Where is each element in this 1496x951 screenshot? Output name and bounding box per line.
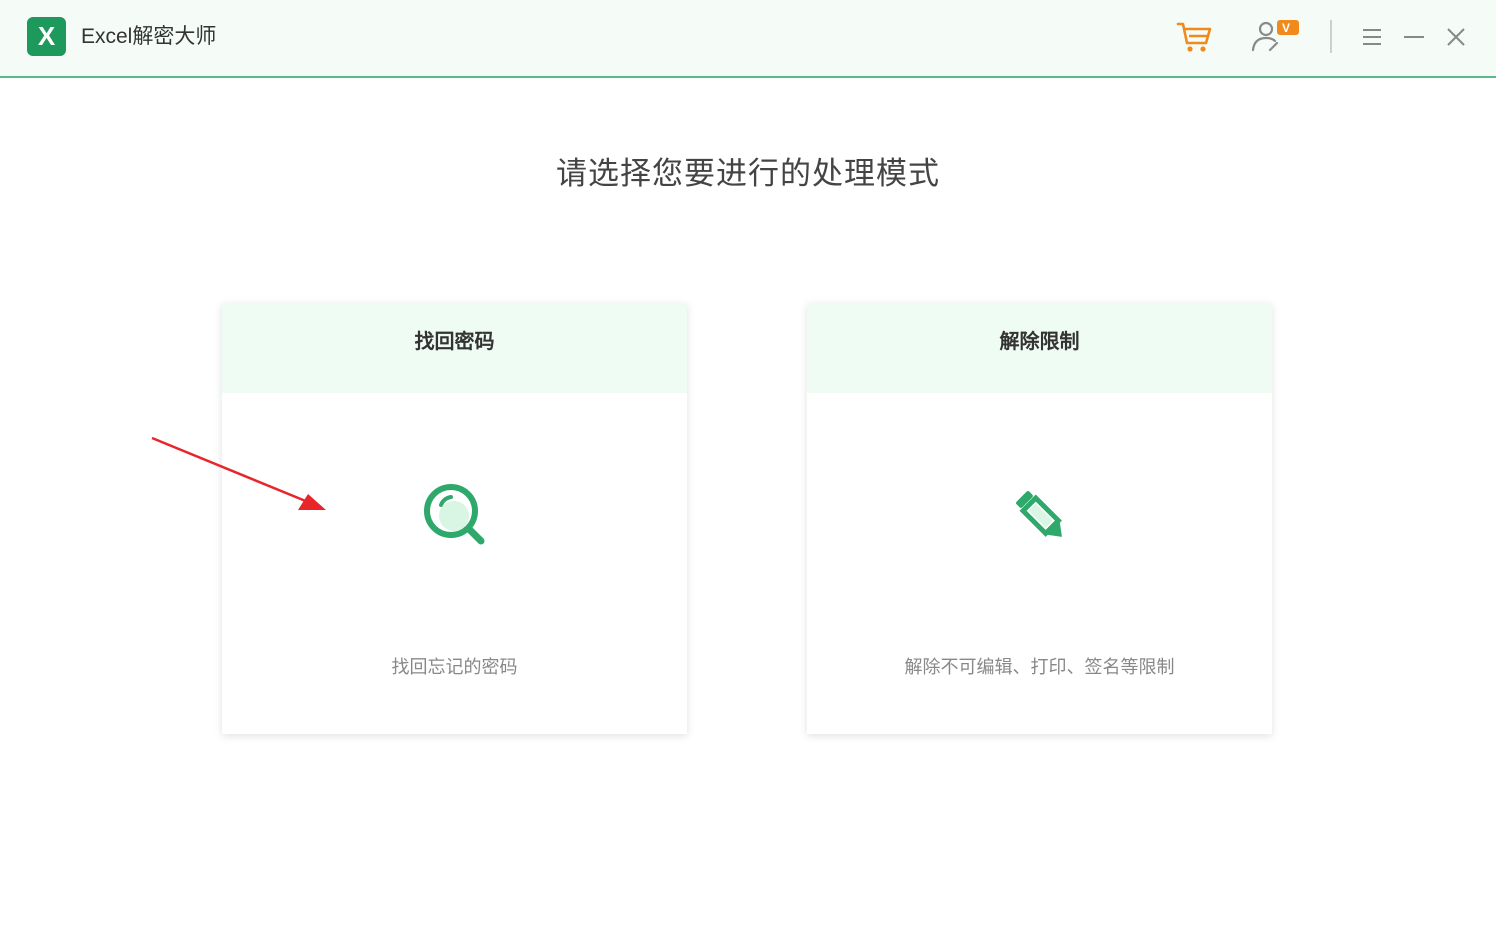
menu-icon[interactable]	[1360, 24, 1384, 50]
card-description: 找回忘记的密码	[391, 657, 518, 678]
remove-restriction-card[interactable]: 解除限制 解除不可编辑、打印、签名等限制	[807, 303, 1272, 734]
app-title: Excel解密大师	[81, 25, 217, 48]
minimize-icon[interactable]	[1402, 24, 1426, 50]
card-description: 解除不可编辑、打印、签名等限制	[904, 657, 1175, 678]
magnifier-icon	[423, 484, 484, 545]
page-heading: 请选择您要进行的处理模式	[556, 156, 940, 192]
cart-icon[interactable]	[1175, 17, 1215, 57]
card-title: 解除限制	[807, 303, 1272, 393]
vip-badge-label: V	[1282, 21, 1290, 35]
annotation-arrow	[151, 436, 326, 510]
close-icon[interactable]	[1444, 24, 1468, 50]
user-vip-icon[interactable]: V	[1248, 17, 1304, 57]
pencil-icon	[1015, 491, 1062, 537]
title-bar: X Excel解密大师 V	[0, 0, 1496, 78]
card-title: 找回密码	[222, 303, 687, 393]
toolbar-divider	[1330, 20, 1332, 53]
excel-logo-icon: X	[27, 17, 66, 56]
